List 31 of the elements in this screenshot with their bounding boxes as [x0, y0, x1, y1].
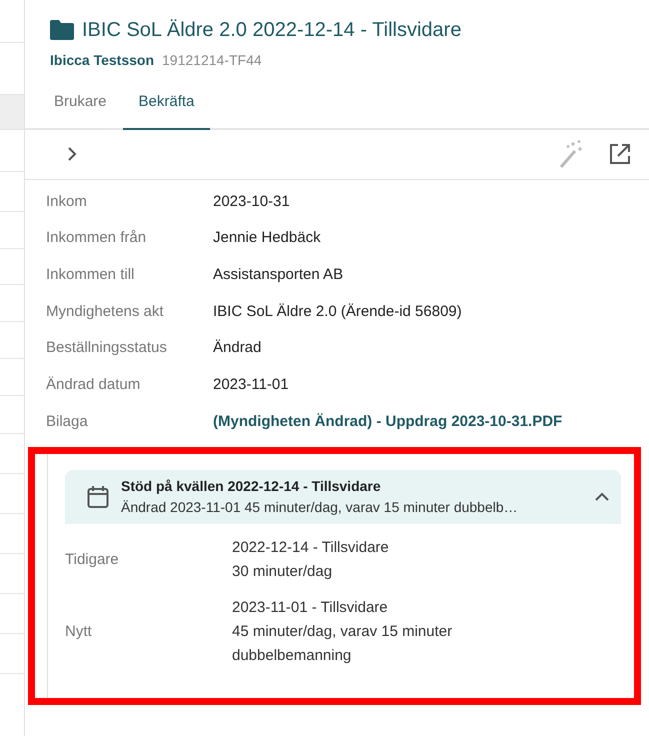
- field-label: Ändrad datum: [46, 375, 142, 396]
- field-value: Ändrad: [213, 338, 262, 358]
- field-value: 45 minuter/dag, varav 15 minuter dubbelbemanning: [232, 622, 454, 666]
- field-value: 2023-11-01 - Tillsvidare: [232, 598, 389, 618]
- person-name: Ibicca Testsson: [50, 51, 154, 70]
- field-label: Inkommen till: [46, 264, 136, 285]
- tab[interactable]: Bekräfta: [122, 79, 210, 130]
- change-header[interactable]: Stöd på kvällen 2022-12-14 - Tillsvidare Ändrad 2023-11-01 45 minuter/dag, varav 15 minuter dubbelb…: [65, 470, 621, 524]
- tab[interactable]: Brukare: [38, 79, 123, 130]
- field-value: 30 minuter/dag: [232, 562, 334, 582]
- field-label: Bilaga: [46, 412, 89, 432]
- field-value: Assistansporten AB: [213, 264, 344, 285]
- collapse-chevron-icon[interactable]: [595, 492, 609, 502]
- field-label: Inkommen från: [46, 228, 148, 248]
- field-label: Beställningsstatus: [46, 338, 168, 358]
- field-value: 2022-12-14 - Tillsvidare: [232, 538, 389, 558]
- attachment-link[interactable]: (Myndigheten Ändrad) - Uppdrag 2023-10-31.PDF: [213, 410, 562, 434]
- field-label: Inkom: [46, 192, 88, 212]
- field-value: 2023-10-31: [213, 192, 290, 212]
- page-title: IBIC SoL Äldre 2.0 2022-12-14 - Tillsvidare: [82, 18, 462, 42]
- field-label: Tidigare: [65, 550, 120, 570]
- field-value: 2023-11-01: [213, 375, 289, 396]
- calendar-icon: [87, 485, 109, 510]
- field-label: Myndighetens akt: [46, 302, 165, 322]
- change-summary: Ändrad 2023-11-01 45 minuter/dag, varav 15 minuter dubbelb…: [121, 498, 519, 518]
- change-title: Stöd på kvällen 2022-12-14 - Tillsvidare: [121, 477, 382, 496]
- field-label: Nytt: [65, 622, 93, 642]
- person-id: 19121214-TF44: [162, 51, 262, 70]
- folder-icon: [50, 20, 74, 40]
- field-value: Jennie Hedbäck: [213, 228, 321, 248]
- field-value: IBIC SoL Äldre 2.0 (Ärende-id 56809): [213, 302, 462, 322]
